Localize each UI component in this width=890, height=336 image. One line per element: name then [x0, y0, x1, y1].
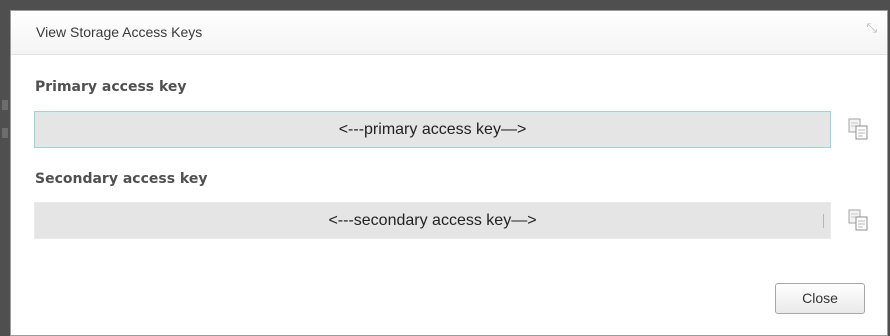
field-scroll-marker	[823, 214, 824, 228]
copy-primary-key-icon[interactable]	[846, 116, 872, 142]
secondary-key-label: Secondary access key	[35, 171, 208, 187]
primary-key-label: Primary access key	[35, 79, 187, 95]
copy-secondary-key-icon[interactable]	[846, 207, 872, 233]
primary-key-field[interactable]: <---primary access key—>	[34, 111, 831, 148]
dialog-title: View Storage Access Keys	[36, 24, 203, 40]
access-keys-dialog: View Storage Access Keys ⤡ Primary acces…	[10, 10, 888, 336]
dialog-titlebar: View Storage Access Keys ⤡	[11, 11, 887, 55]
primary-key-value: <---primary access key—>	[338, 121, 527, 138]
close-button[interactable]: Close	[775, 283, 865, 314]
close-icon[interactable]: ⤡	[867, 22, 877, 36]
secondary-key-value: <---secondary access key—>	[328, 212, 537, 229]
backdrop-fragment	[2, 128, 8, 138]
secondary-key-field[interactable]: <---secondary access key—>	[34, 202, 831, 239]
backdrop-fragment	[2, 100, 8, 110]
